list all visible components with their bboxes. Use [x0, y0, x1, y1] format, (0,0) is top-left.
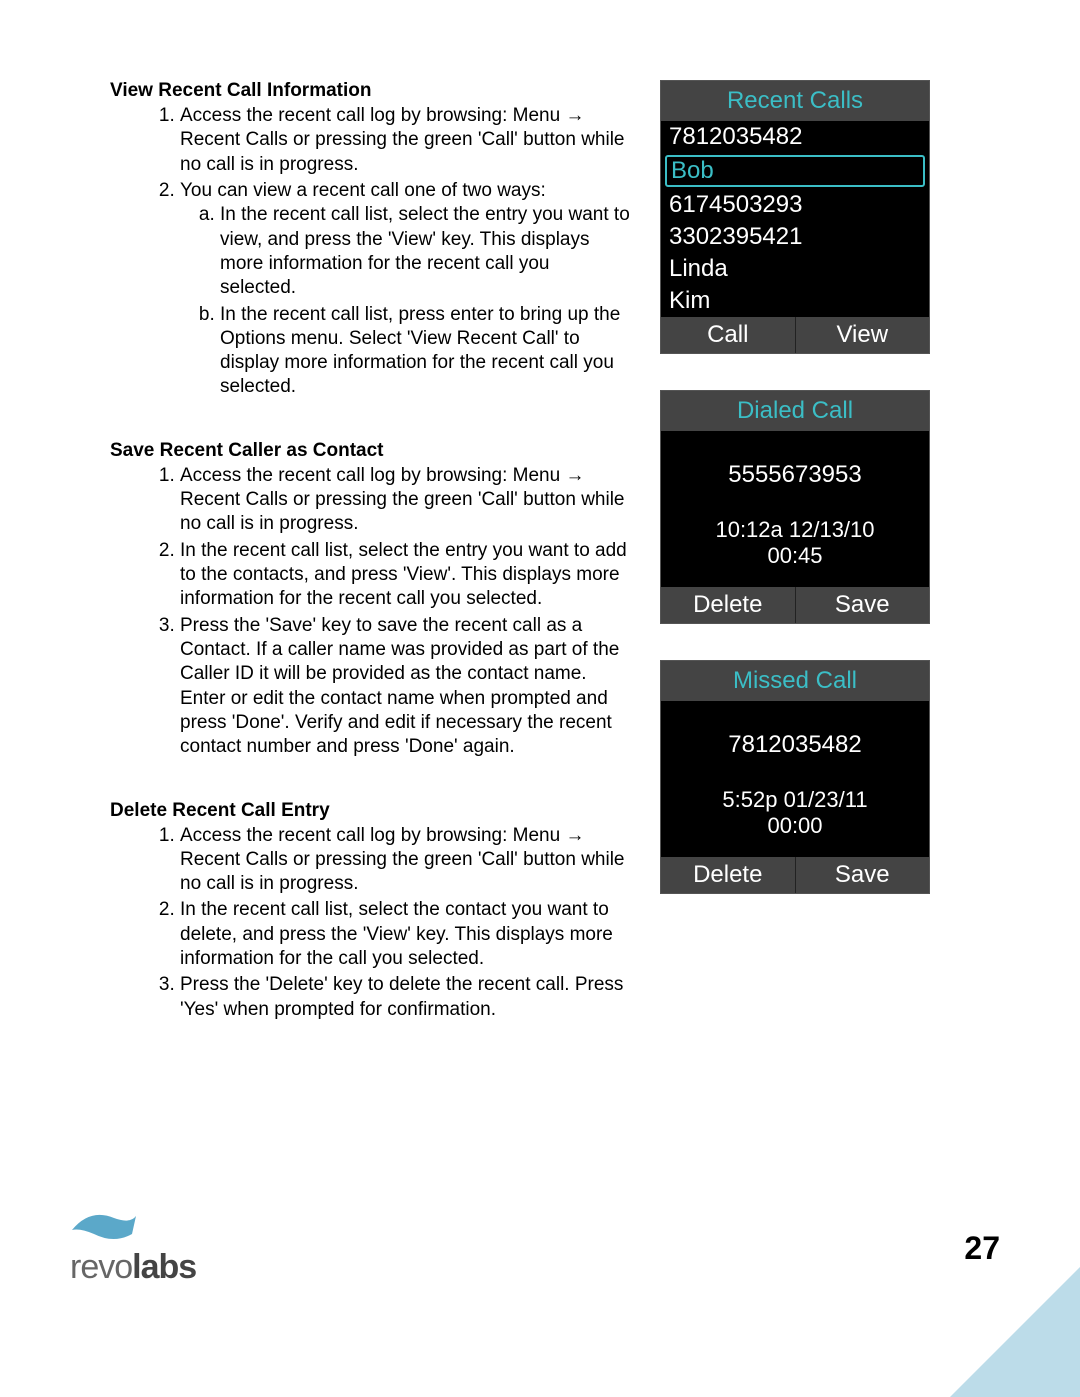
save-button[interactable]: Save: [795, 857, 930, 893]
section-heading: Save Recent Caller as Contact: [110, 440, 630, 462]
section-view-recent: View Recent Call Information Access the …: [110, 80, 630, 400]
call-duration: 00:45: [661, 543, 929, 569]
screenshot-column: Recent Calls 7812035482 Bob 6174503293 3…: [660, 80, 960, 1062]
list-item: In the recent call list, select the cont…: [180, 898, 630, 971]
list-item: In the recent call list, select the entr…: [180, 539, 630, 612]
call-number: 7812035482: [661, 731, 929, 759]
manual-page: View Recent Call Information Access the …: [0, 0, 1080, 1397]
screen-title: Missed Call: [661, 661, 929, 701]
sub-list-item: In the recent call list, select the entr…: [220, 203, 630, 300]
phone-screen-recent-calls: Recent Calls 7812035482 Bob 6174503293 3…: [660, 80, 930, 354]
list-item: Access the recent call log by browsing: …: [180, 464, 630, 537]
call-detail: 7812035482 5:52p 01/23/11 00:00: [661, 701, 929, 857]
corner-accent-icon: [950, 1267, 1080, 1397]
call-button[interactable]: Call: [661, 317, 795, 353]
sub-list-item: In the recent call list, press enter to …: [220, 303, 630, 400]
section-heading: View Recent Call Information: [110, 80, 630, 102]
call-row[interactable]: 6174503293: [661, 189, 929, 221]
page-number: 27: [964, 1230, 1000, 1267]
call-timestamp: 10:12a 12/13/10: [661, 517, 929, 543]
phone-screen-missed-call: Missed Call 7812035482 5:52p 01/23/11 00…: [660, 660, 930, 894]
section-save-contact: Save Recent Caller as Contact Access the…: [110, 440, 630, 760]
softkey-bar: Call View: [661, 317, 929, 353]
delete-button[interactable]: Delete: [661, 587, 795, 623]
brand-part-a: revo: [70, 1248, 132, 1286]
sub-list: In the recent call list, select the entr…: [180, 203, 630, 400]
ordered-list: Access the recent call log by browsing: …: [110, 824, 630, 1023]
brand-logo: revolabs: [70, 1204, 196, 1287]
list-item: Press the 'Delete' key to delete the rec…: [180, 973, 630, 1022]
list-item: Access the recent call log by browsing: …: [180, 104, 630, 177]
call-duration: 00:00: [661, 813, 929, 839]
call-row-selected[interactable]: Bob: [665, 155, 925, 187]
call-row[interactable]: Linda: [661, 253, 929, 285]
call-timestamp: 5:52p 01/23/11: [661, 787, 929, 813]
save-button[interactable]: Save: [795, 587, 930, 623]
softkey-bar: Delete Save: [661, 587, 929, 623]
delete-button[interactable]: Delete: [661, 857, 795, 893]
list-item: You can view a recent call one of two wa…: [180, 179, 630, 400]
call-row[interactable]: 7812035482: [661, 121, 929, 153]
section-delete-entry: Delete Recent Call Entry Access the rece…: [110, 800, 630, 1023]
brand-name: revolabs: [70, 1248, 196, 1287]
ordered-list: Access the recent call log by browsing: …: [110, 104, 630, 400]
screen-title: Recent Calls: [661, 81, 929, 121]
call-row[interactable]: 3302395421: [661, 221, 929, 253]
list-item-text: You can view a recent call one of two wa…: [180, 180, 546, 201]
list-item: Access the recent call log by browsing: …: [180, 824, 630, 897]
call-row[interactable]: Kim: [661, 285, 929, 317]
ordered-list: Access the recent call log by browsing: …: [110, 464, 630, 760]
call-number: 5555673953: [661, 461, 929, 489]
view-button[interactable]: View: [795, 317, 930, 353]
brand-part-b: labs: [132, 1248, 196, 1286]
phone-screen-dialed-call: Dialed Call 5555673953 10:12a 12/13/10 0…: [660, 390, 930, 624]
flag-icon: [70, 1204, 196, 1248]
screen-title: Dialed Call: [661, 391, 929, 431]
section-heading: Delete Recent Call Entry: [110, 800, 630, 822]
call-list: 7812035482 Bob 6174503293 3302395421 Lin…: [661, 121, 929, 317]
instruction-column: View Recent Call Information Access the …: [110, 80, 630, 1062]
content-wrap: View Recent Call Information Access the …: [110, 80, 990, 1062]
softkey-bar: Delete Save: [661, 857, 929, 893]
list-item: Press the 'Save' key to save the recent …: [180, 614, 630, 760]
call-detail: 5555673953 10:12a 12/13/10 00:45: [661, 431, 929, 587]
